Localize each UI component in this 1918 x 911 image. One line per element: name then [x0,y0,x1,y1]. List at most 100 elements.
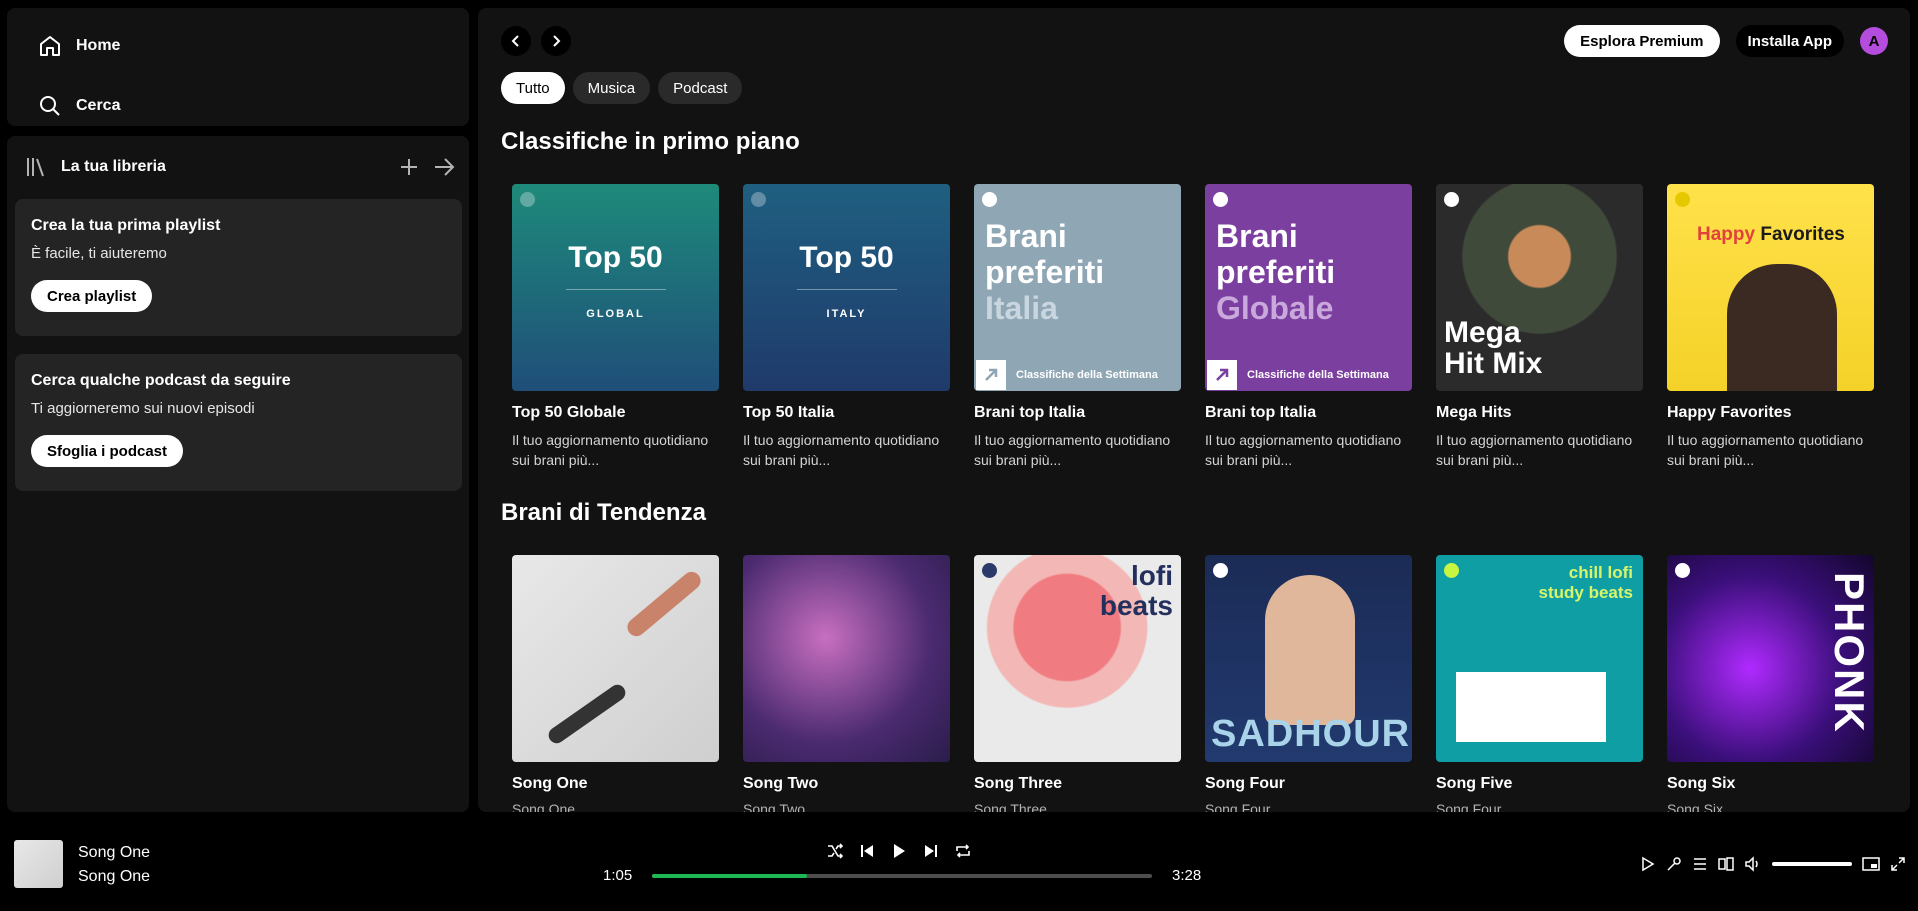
card-subtitle: Song Three [974,801,1047,812]
featured-row: Top 50 GLOBAL Top 50 Globale Il tuo aggi… [512,184,1874,470]
cover-divider [565,289,666,290]
song-cover: PHONK [1667,555,1874,762]
browse-podcasts-button[interactable]: Sfoglia i podcast [31,435,184,467]
chevron-right-icon [549,34,563,48]
card-title: Song One [512,775,588,792]
arrow-up-right-icon [1207,359,1237,390]
cover-divider [796,289,897,290]
playlist-card[interactable]: Happy Favorites Happy Favorites Il tuo a… [1667,184,1874,470]
chip-all[interactable]: Tutto [501,72,565,104]
now-playing-cover[interactable] [14,840,63,888]
back-button[interactable] [501,26,531,56]
song-cover: lofi beats [974,555,1181,762]
forward-button[interactable] [541,26,571,56]
create-playlist-card: Crea la tua prima playlist È facile, ti … [15,199,462,336]
now-playing-view-icon[interactable] [1640,856,1656,872]
playlist-card[interactable]: Mega Hit Mix Mega Hits Il tuo aggiorname… [1436,184,1643,470]
explore-premium-button[interactable]: Esplora Premium [1564,25,1720,57]
song-card[interactable]: Song One Song One [512,555,719,812]
song-card[interactable]: lofi beats Song Three Song Three [974,555,1181,812]
create-playlist-button[interactable]: Crea playlist [31,280,153,312]
card-description: Il tuo aggiornamento quotidiano sui bran… [974,432,1171,468]
song-card[interactable]: chill lofi study beats Song Five Song Fo… [1436,555,1643,812]
playlist-cover: Happy Favorites [1667,184,1874,391]
card-title: Top 50 Globale [512,404,626,421]
fullscreen-icon[interactable] [1890,856,1906,872]
card-title: Song Three [974,775,1063,792]
cover-footer-label: Classifiche della Settimana [1247,368,1389,381]
card-description: Il tuo aggiornamento quotidiano sui bran… [1205,432,1402,468]
playlist-card[interactable]: Top 50 ITALY Top 50 Italia Il tuo aggior… [743,184,950,470]
library-header: La tua libreria [25,150,455,184]
card-title: Song Two [743,775,819,792]
cover-line: Brani [985,218,1067,254]
library-title: La tua libreria [61,158,166,175]
section-title-featured[interactable]: Classifiche in primo piano [501,128,800,156]
playlist-card[interactable]: Brani preferiti Globale Classifiche dell… [1205,184,1412,470]
now-playing-title[interactable]: Song One [78,844,150,862]
playlist-cover: Top 50 GLOBAL [512,184,719,391]
playlist-cover: Brani preferiti Globale Classifiche dell… [1205,184,1412,391]
playlist-card[interactable]: Top 50 GLOBAL Top 50 Globale Il tuo aggi… [512,184,719,470]
repeat-icon[interactable] [954,842,972,860]
cover-line: HOUR [1294,713,1411,755]
shuffle-icon[interactable] [826,842,844,860]
connect-device-icon[interactable] [1718,856,1734,872]
avatar[interactable]: A [1860,27,1888,55]
cover-footer: Classifiche della Settimana [1205,358,1412,391]
cover-title: Happy Favorites [1697,224,1845,245]
card-subtitle: Ti aggiorneremo sui nuovi episodi [31,400,255,417]
card-description: Il tuo aggiornamento quotidiano sui bran… [743,432,940,468]
playlist-card[interactable]: Brani preferiti Italia Classifiche della… [974,184,1181,470]
nav-search-label: Cerca [76,97,121,114]
mini-player-icon[interactable] [1862,856,1880,872]
nav-search[interactable]: Cerca [38,94,120,118]
card-title: Mega Hits [1436,404,1512,421]
volume-slider[interactable] [1772,862,1852,866]
spotify-logo-icon [1213,563,1228,578]
card-title: Song Five [1436,775,1513,792]
install-app-button[interactable]: Installa App [1735,25,1844,57]
nav-home-label: Home [76,37,121,54]
card-subtitle: Song Two [743,801,806,812]
song-card[interactable]: PHONK Song Six Song Six [1667,555,1874,812]
now-playing-artist[interactable]: Song One [78,868,150,886]
search-icon [38,94,62,118]
volume-icon[interactable] [1744,856,1762,872]
card-title: Top 50 Italia [743,404,835,421]
cover-line: chill lofi [1568,563,1633,582]
next-icon[interactable] [922,842,940,860]
arrow-right-icon[interactable] [433,157,455,177]
play-icon[interactable] [890,842,908,860]
library-toggle[interactable]: La tua libreria [25,156,166,178]
playlist-cover: Mega Hit Mix [1436,184,1643,391]
home-icon [38,34,62,58]
chip-music[interactable]: Musica [572,72,651,104]
queue-icon[interactable] [1692,856,1708,872]
section-title-trending[interactable]: Brani di Tendenza [501,499,706,527]
card-title: Song Four [1205,775,1285,792]
nav-panel: Home Cerca [7,8,469,126]
cover-figure [1727,264,1837,391]
card-subtitle: Song One [512,801,576,812]
spotify-logo-icon [1213,192,1228,207]
song-cover: SADHOUR [1205,555,1412,762]
chip-podcast[interactable]: Podcast [658,72,743,104]
progress-bar[interactable] [652,874,1152,878]
microphone-icon[interactable] [1666,856,1682,872]
cover-line: study beats [1538,583,1633,602]
spotify-logo-icon [982,563,997,578]
previous-icon[interactable] [858,842,876,860]
song-card[interactable]: Song Two Song Two [743,555,950,812]
plus-icon[interactable] [399,157,419,177]
card-description: Il tuo aggiornamento quotidiano sui bran… [512,432,709,468]
song-card[interactable]: SADHOUR Song Four Song Four [1205,555,1412,812]
cover-line: preferiti [1216,254,1336,290]
filter-chips: Tutto Musica Podcast [501,72,743,104]
spotify-logo-icon [751,192,766,207]
cover-line: preferiti [985,254,1105,290]
arrow-up-right-icon [976,359,1006,390]
spotify-logo-icon [1675,192,1690,207]
playback-controls [826,842,972,860]
nav-home[interactable]: Home [38,34,120,58]
